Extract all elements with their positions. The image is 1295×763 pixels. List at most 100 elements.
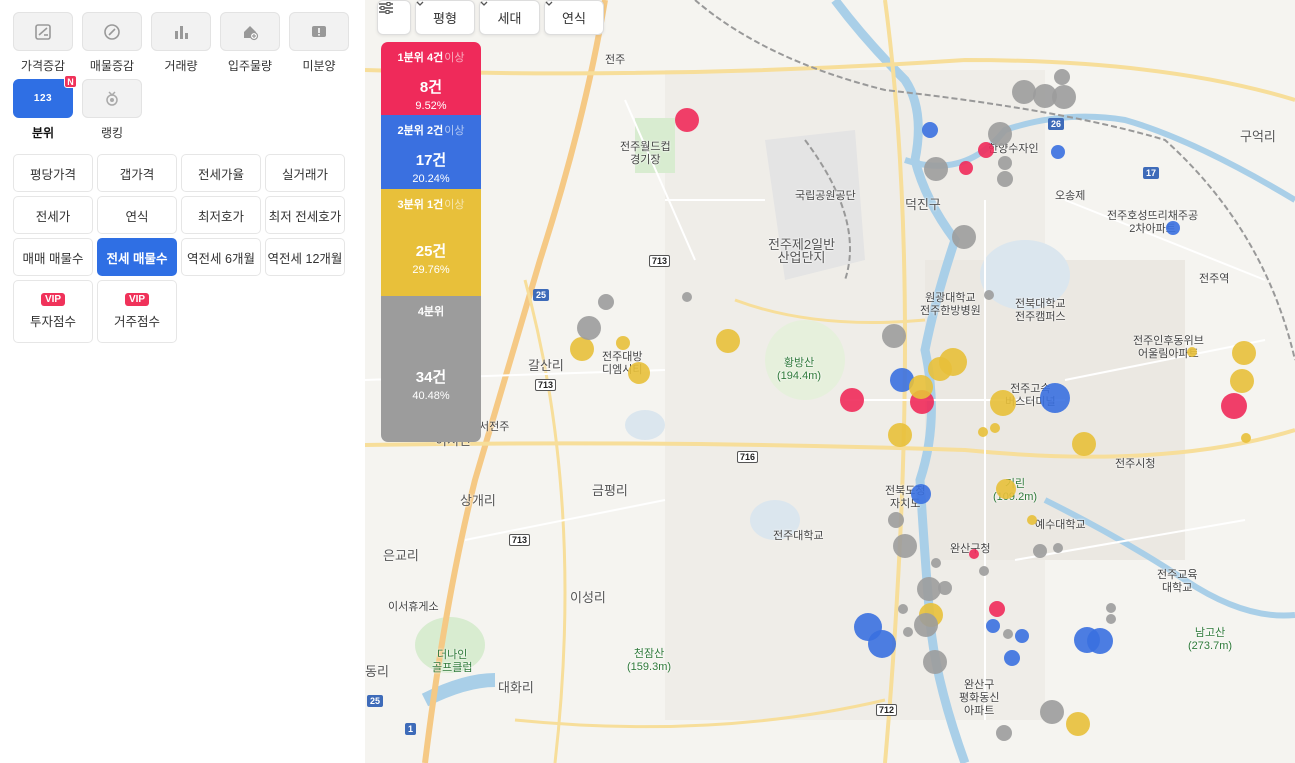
- apartment-marker[interactable]: [990, 390, 1016, 416]
- apartment-marker[interactable]: [1040, 700, 1064, 724]
- apartment-marker[interactable]: [1106, 614, 1116, 624]
- apartment-marker[interactable]: [1051, 145, 1065, 159]
- bar-chart-icon: [175, 25, 188, 39]
- exclamation-icon: [312, 25, 326, 37]
- apartment-marker[interactable]: [882, 324, 906, 348]
- apartment-marker[interactable]: [1012, 80, 1036, 104]
- apartment-marker[interactable]: [898, 604, 908, 614]
- ranking-button[interactable]: [82, 79, 142, 118]
- apartment-marker[interactable]: [628, 362, 650, 384]
- apartment-marker[interactable]: [939, 348, 967, 376]
- apartment-marker[interactable]: [570, 337, 594, 361]
- option-lowest-jeonse-ask[interactable]: 최저 전세호가: [265, 196, 345, 234]
- price-change-label: 가격증감: [20, 59, 66, 73]
- apartment-marker[interactable]: [909, 375, 933, 399]
- apartment-marker[interactable]: [840, 388, 864, 412]
- apartment-marker[interactable]: [682, 292, 692, 302]
- move-in-volume-button[interactable]: [220, 12, 280, 51]
- apartment-marker[interactable]: [1221, 393, 1247, 419]
- legend-body-q1: 8건 9.52%: [381, 72, 481, 115]
- option-jeonse-listings[interactable]: 전세 매물수: [97, 238, 177, 276]
- option-sale-listings[interactable]: 매매 매물수: [13, 238, 93, 276]
- apartment-marker[interactable]: [1052, 85, 1076, 109]
- apartment-marker[interactable]: [1004, 650, 1020, 666]
- apartment-marker[interactable]: [903, 627, 913, 637]
- apartment-marker[interactable]: [988, 122, 1012, 146]
- apartment-marker[interactable]: [1241, 433, 1251, 443]
- apartment-marker[interactable]: [922, 122, 938, 138]
- apartment-marker[interactable]: [923, 650, 947, 674]
- legend-count: 8건: [419, 78, 443, 96]
- price-change-icon: [35, 23, 51, 40]
- map-view[interactable]: 평형 세대 연식 전주월드컵 경기장 국립공원공단 덕진구 전주제2일반 산업단지 …: [365, 0, 1295, 763]
- apartment-marker[interactable]: [979, 566, 989, 576]
- apartment-marker[interactable]: [1054, 69, 1070, 85]
- apartment-marker[interactable]: [952, 225, 976, 249]
- price-change-button[interactable]: [13, 12, 73, 51]
- unsold-button[interactable]: [289, 12, 349, 51]
- option-price-per-pyeong[interactable]: 평당가격: [13, 154, 93, 192]
- trade-volume-button[interactable]: [151, 12, 211, 51]
- apartment-marker[interactable]: [893, 534, 917, 558]
- option-build-year[interactable]: 연식: [97, 196, 177, 234]
- option-reverse-jeonse-6m[interactable]: 역전세 6개월: [181, 238, 261, 276]
- option-jeonse-price[interactable]: 전세가: [13, 196, 93, 234]
- listing-change-button[interactable]: [82, 12, 142, 51]
- apartment-marker[interactable]: [959, 161, 973, 175]
- apartment-marker[interactable]: [998, 156, 1012, 170]
- listing-change-icon: [104, 23, 120, 40]
- apartment-marker[interactable]: [1087, 628, 1113, 654]
- apartment-marker[interactable]: [989, 601, 1005, 617]
- apartment-marker[interactable]: [1015, 629, 1029, 643]
- apartment-marker[interactable]: [978, 142, 994, 158]
- apartment-marker[interactable]: [917, 577, 941, 601]
- option-reverse-jeonse-12m[interactable]: 역전세 12개월: [265, 238, 345, 276]
- option-actual-price[interactable]: 실거래가: [265, 154, 345, 192]
- apartment-marker[interactable]: [990, 423, 1000, 433]
- apartment-marker[interactable]: [598, 294, 614, 310]
- quantile-icon: 123: [33, 93, 53, 104]
- legend-head-q4: 4분위: [381, 296, 481, 326]
- apartment-marker[interactable]: [924, 157, 948, 181]
- apartment-marker[interactable]: [888, 512, 904, 528]
- apartment-marker[interactable]: [914, 613, 938, 637]
- apartment-marker[interactable]: [577, 316, 601, 340]
- apartment-marker[interactable]: [868, 630, 896, 658]
- apartment-marker[interactable]: [716, 329, 740, 353]
- apartment-marker[interactable]: [1053, 543, 1063, 553]
- legend-head-q2: 2분위 2건 이상: [381, 115, 481, 145]
- unsold-label: 미분양: [302, 59, 336, 73]
- apartment-marker[interactable]: [996, 725, 1012, 741]
- option-lowest-ask[interactable]: 최저호가: [181, 196, 261, 234]
- apartment-marker[interactable]: [1166, 221, 1180, 235]
- apartment-marker[interactable]: [1230, 369, 1254, 393]
- apartment-marker[interactable]: [1072, 432, 1096, 456]
- apartment-marker[interactable]: [1066, 712, 1090, 736]
- apartment-marker[interactable]: [984, 290, 994, 300]
- apartment-marker[interactable]: [1040, 383, 1070, 413]
- investment-score-card[interactable]: VIP 투자점수: [13, 280, 93, 343]
- legend-body-q4: 34건 40.48%: [381, 326, 481, 442]
- apartment-marker[interactable]: [997, 171, 1013, 187]
- apartment-marker[interactable]: [1106, 603, 1116, 613]
- quantile-button[interactable]: 123 N: [13, 75, 77, 118]
- apartment-marker[interactable]: [938, 581, 952, 595]
- option-gap-price[interactable]: 갭가격: [97, 154, 177, 192]
- apartment-marker[interactable]: [911, 484, 931, 504]
- residence-score-card[interactable]: VIP 거주점수: [97, 280, 177, 343]
- apartment-marker[interactable]: [675, 108, 699, 132]
- option-jeonse-ratio[interactable]: 전세가율: [181, 154, 261, 192]
- medal-icon: [106, 90, 118, 106]
- apartment-marker[interactable]: [1187, 347, 1197, 357]
- apartment-marker[interactable]: [888, 423, 912, 447]
- apartment-marker[interactable]: [1232, 341, 1256, 365]
- apartment-marker[interactable]: [969, 549, 979, 559]
- apartment-marker[interactable]: [986, 619, 1000, 633]
- apartment-marker[interactable]: [931, 558, 941, 568]
- apartment-marker[interactable]: [978, 427, 988, 437]
- apartment-marker[interactable]: [1027, 515, 1037, 525]
- apartment-marker[interactable]: [1003, 629, 1013, 639]
- apartment-marker[interactable]: [996, 479, 1016, 499]
- apartment-marker[interactable]: [616, 336, 630, 350]
- apartment-marker[interactable]: [1033, 544, 1047, 558]
